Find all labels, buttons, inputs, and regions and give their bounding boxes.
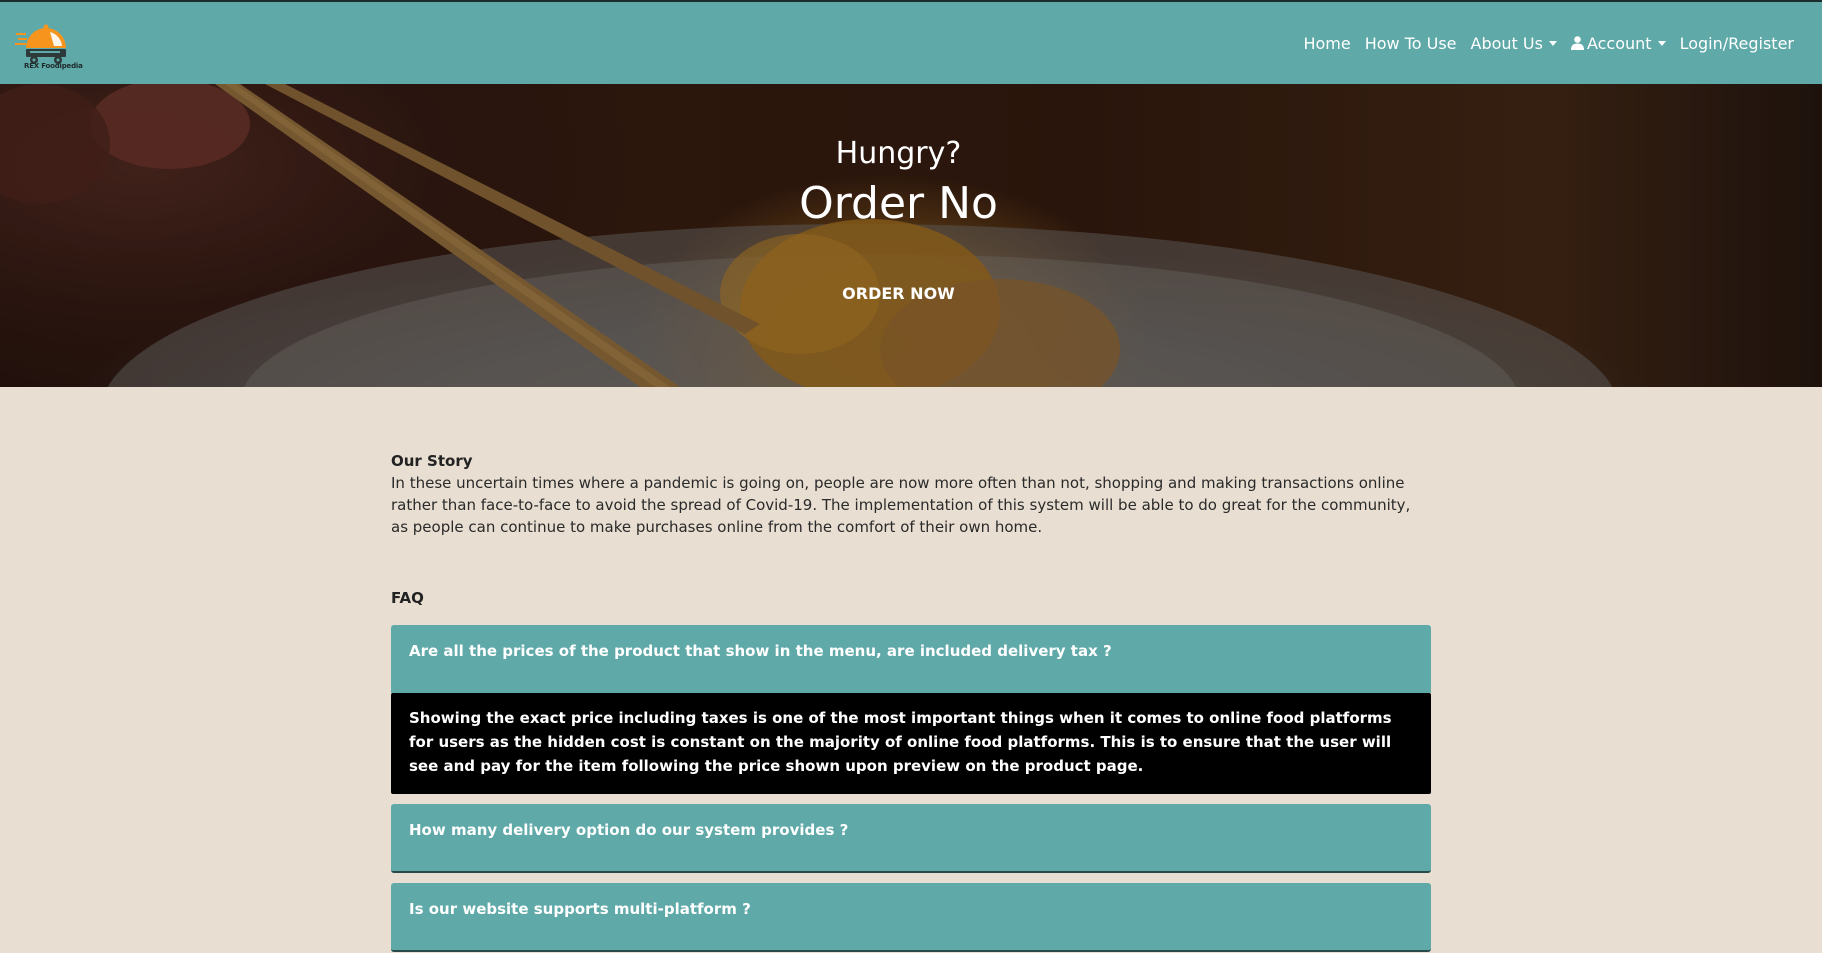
hero-subtitle: Hungry? [835, 136, 962, 171]
hero-title: Order No [799, 178, 998, 229]
faq-question-1[interactable]: Are all the prices of the product that s… [391, 625, 1431, 693]
faq-item: How many delivery option do our system p… [391, 804, 1431, 873]
nav-login-register[interactable]: Login/Register [1673, 34, 1801, 53]
faq-question-2[interactable]: How many delivery option do our system p… [391, 804, 1431, 873]
faq-item: Is our website supports multi-platform ? [391, 883, 1431, 952]
story-text: In these uncertain times where a pandemi… [391, 474, 1411, 536]
faq-heading: FAQ [391, 589, 424, 607]
main-nav: Home How To Use About Us Account Login/R… [1296, 2, 1801, 84]
nav-account-label: Account [1586, 33, 1652, 53]
chevron-down-icon [1657, 40, 1666, 46]
nav-home[interactable]: Home [1296, 34, 1357, 53]
brand-name: REX Foodipedia [24, 62, 83, 70]
hero-banner: Hungry? Order No ORDER NOW [0, 84, 1822, 387]
nav-about-us-dropdown[interactable]: About Us [1464, 34, 1564, 53]
story-heading: Our Story [391, 452, 473, 470]
nav-account-dropdown[interactable]: Account [1564, 34, 1673, 53]
faq-item: Are all the prices of the product that s… [391, 625, 1431, 794]
story-section: Our Story In these uncertain times where… [391, 452, 1431, 538]
hero-food-image [0, 84, 1822, 387]
nav-about-us-label: About Us [1470, 33, 1543, 53]
faq-answer-1: Showing the exact price including taxes … [391, 693, 1431, 794]
nav-how-to-use[interactable]: How To Use [1358, 34, 1464, 53]
order-now-button[interactable]: ORDER NOW [842, 284, 955, 303]
faq-question-3[interactable]: Is our website supports multi-platform ? [391, 883, 1431, 952]
navbar: REX Foodipedia Home How To Use About Us … [0, 2, 1822, 84]
chevron-down-icon [1548, 40, 1557, 46]
user-icon [1570, 36, 1584, 50]
